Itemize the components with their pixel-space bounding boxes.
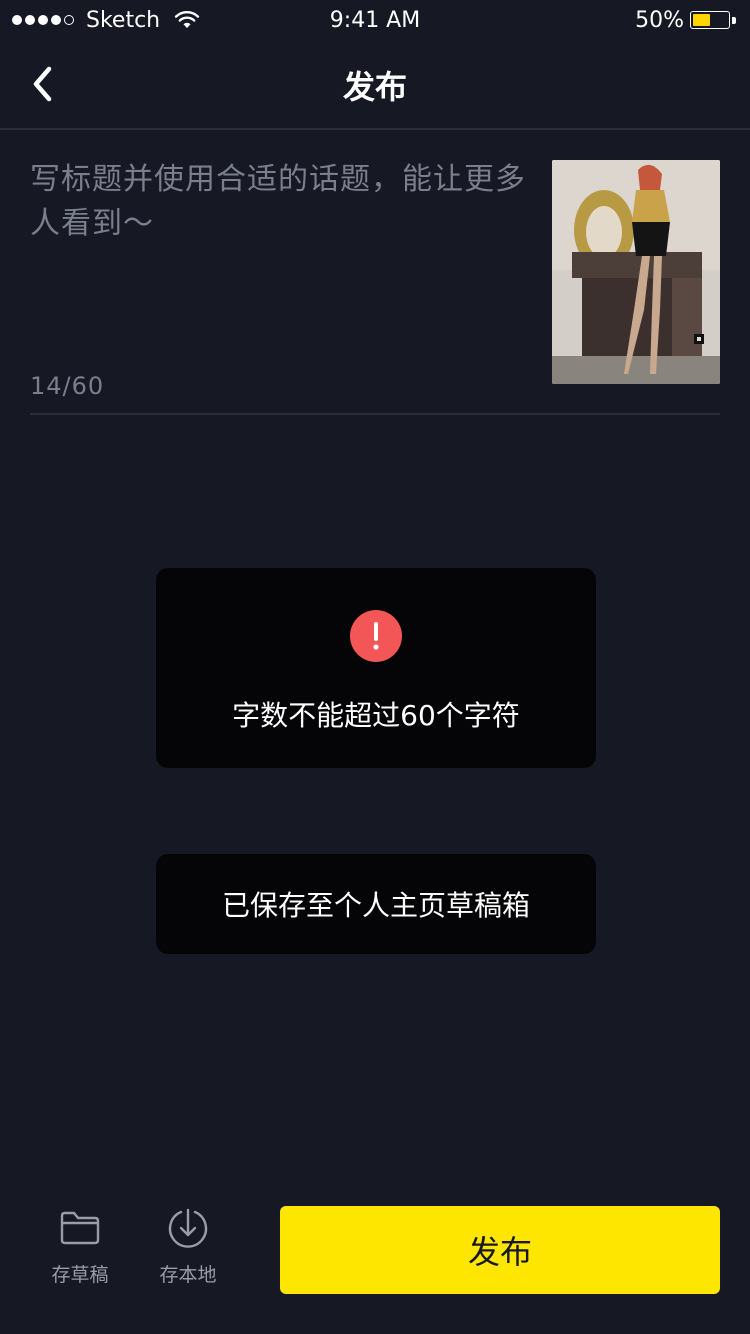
page-title: 发布 (342, 68, 407, 106)
exclamation-circle-icon (350, 610, 402, 662)
char-counter: 14/60 (30, 372, 105, 400)
folder-icon (58, 1206, 102, 1250)
status-bar: Sketch 9:41 AM 50% (0, 0, 750, 40)
title-input[interactable]: 写标题并使用合适的话题，能让更多人看到～ (30, 158, 530, 358)
save-local-button[interactable]: 存本地 (148, 1206, 228, 1296)
composer-divider (30, 413, 720, 415)
error-message: 字数不能超过60个字符 (232, 699, 520, 732)
save-draft-button[interactable]: 存草稿 (40, 1206, 120, 1296)
save-draft-label: 存草稿 (51, 1264, 109, 1286)
saved-toast: 已保存至个人主页草稿箱 (156, 854, 596, 954)
nav-bar: 发布 (0, 40, 750, 130)
battery-icon (690, 10, 736, 30)
publish-button[interactable]: 发布 (280, 1206, 720, 1294)
save-local-label: 存本地 (159, 1264, 217, 1286)
download-icon (166, 1206, 210, 1250)
saved-message: 已保存至个人主页草稿箱 (221, 889, 530, 922)
battery-level (693, 14, 710, 26)
status-time: 9:41 AM (329, 8, 421, 33)
publish-screen: Sketch 9:41 AM 50% 发布 写标题并使用合适的话题，能让更多人看… (0, 0, 750, 1334)
cover-thumbnail[interactable] (552, 160, 720, 384)
cover-image (552, 160, 720, 384)
error-toast: 字数不能超过60个字符 (156, 568, 596, 768)
